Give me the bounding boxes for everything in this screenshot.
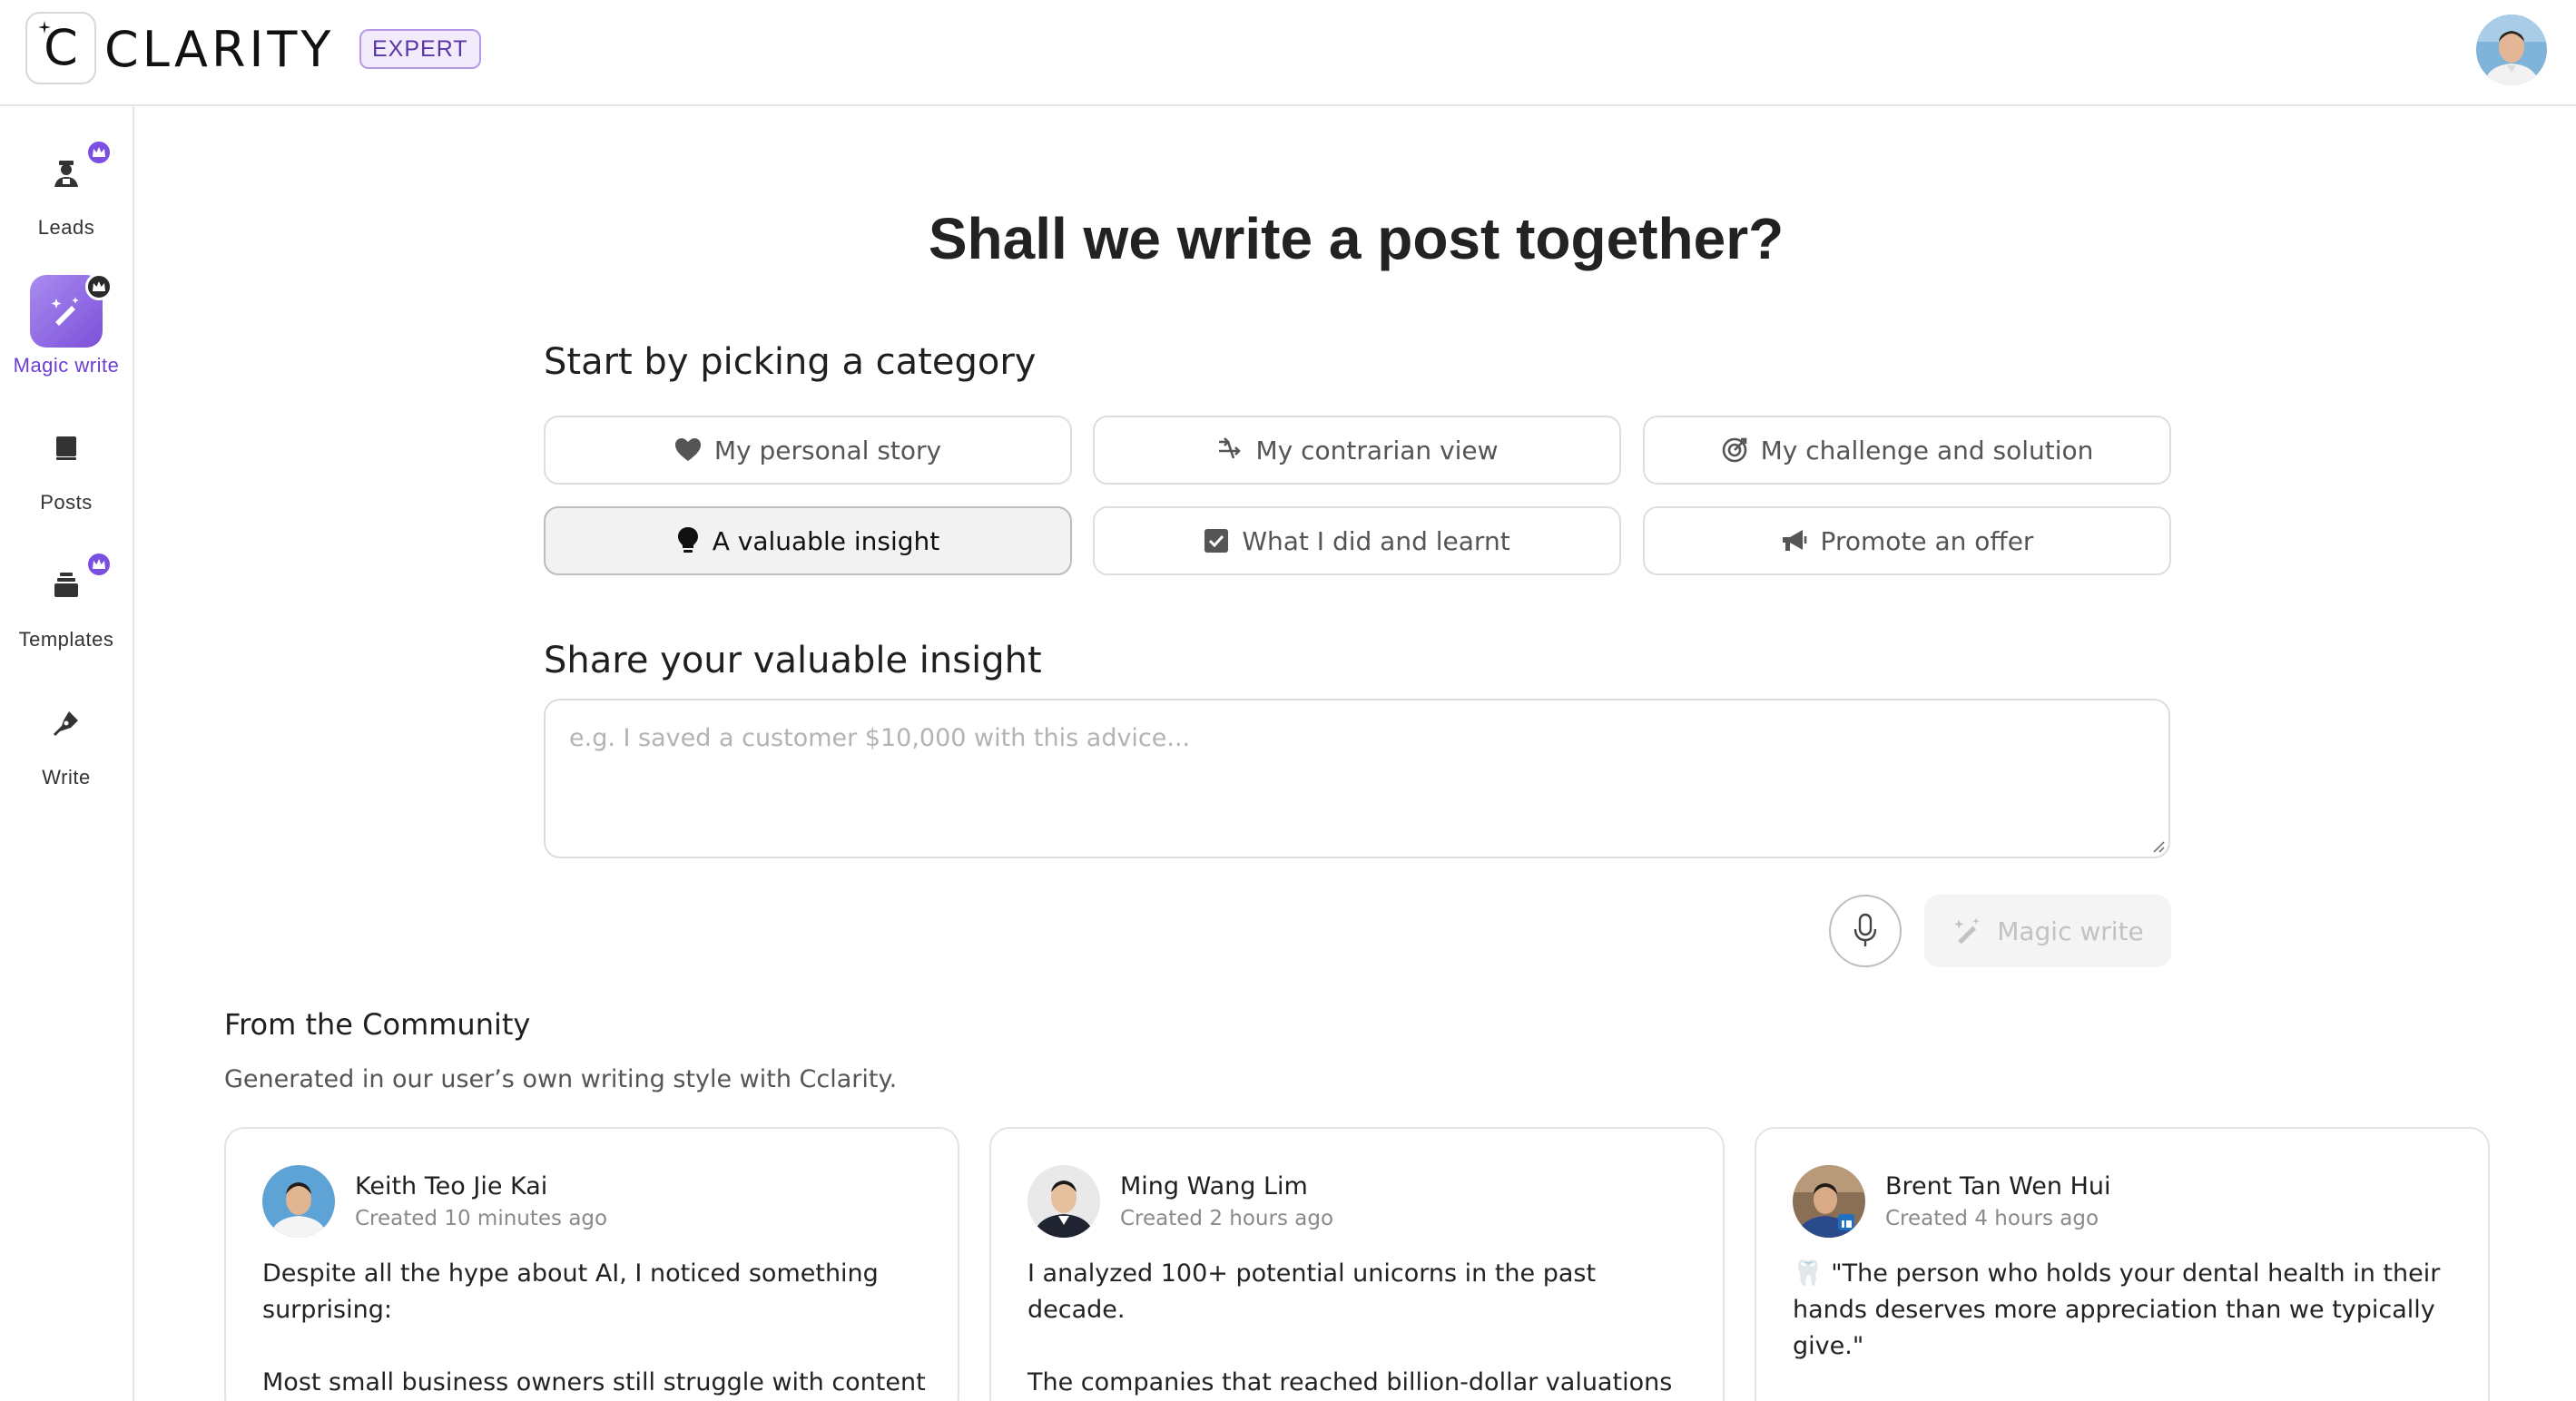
- category-label: My contrarian view: [1255, 435, 1499, 465]
- magic-write-label: Magic write: [1997, 916, 2144, 946]
- category-heading: Start by picking a category: [544, 341, 1037, 383]
- insight-input-box: [544, 699, 2170, 858]
- clarity-logo[interactable]: C: [25, 12, 96, 84]
- avatar: [262, 1165, 335, 1238]
- category-label: What I did and learnt: [1242, 525, 1510, 556]
- community-card[interactable]: Ming Wang Lim Created 2 hours ago I anal…: [989, 1127, 1725, 1401]
- created-time: Created 4 hours ago: [1885, 1207, 2099, 1230]
- insight-heading: Share your valuable insight: [544, 640, 1042, 681]
- checkbox-icon: [1204, 529, 1229, 553]
- top-bar: C CLARITY EXPERT: [0, 0, 2576, 106]
- community-title: From the Community: [224, 1007, 531, 1042]
- pen-icon: [30, 687, 103, 759]
- posts-icon: [30, 412, 103, 485]
- avatar: [1793, 1165, 1865, 1238]
- premium-crown-icon: [85, 139, 113, 166]
- sidebar-item-posts[interactable]: Posts: [0, 399, 133, 526]
- sidebar-item-label: Write: [42, 766, 91, 789]
- premium-crown-icon: [85, 273, 113, 300]
- premium-crown-icon: [85, 551, 113, 578]
- post-excerpt: 🦷 "The person who holds your dental heal…: [1793, 1259, 2441, 1360]
- sidebar-item-label: Magic write: [13, 354, 120, 377]
- sidebar-item-label: Templates: [18, 628, 114, 651]
- category-label: My personal story: [713, 435, 942, 465]
- post-excerpt: Despite all the hype about AI, I noticed…: [262, 1259, 926, 1396]
- microphone-icon: [1853, 913, 1877, 946]
- author-name: Ming Wang Lim: [1120, 1172, 1308, 1200]
- created-time: Created 10 minutes ago: [355, 1207, 608, 1230]
- brand-name: CLARITY: [104, 21, 335, 78]
- lightbulb-icon: [677, 527, 698, 553]
- created-time: Created 2 hours ago: [1120, 1207, 1334, 1230]
- target-icon: [1722, 437, 1746, 463]
- sidebar: Leads Magic write Posts Templates Write: [0, 106, 134, 1401]
- category-label: My challenge and solution: [1760, 435, 2094, 465]
- sidebar-item-write[interactable]: Write: [0, 674, 133, 801]
- user-avatar[interactable]: [2476, 15, 2547, 85]
- category-did-and-learnt[interactable]: What I did and learnt: [1093, 506, 1621, 575]
- sidebar-item-magic-write[interactable]: Magic write: [0, 262, 133, 389]
- magic-wand-icon: [1954, 917, 1980, 945]
- heart-icon: [674, 438, 701, 461]
- category-challenge-solution[interactable]: My challenge and solution: [1643, 416, 2171, 485]
- plan-badge: EXPERT: [359, 29, 481, 69]
- resize-handle-icon[interactable]: [2150, 838, 2165, 853]
- post-excerpt: I analyzed 100+ potential unicorns in th…: [1027, 1259, 1673, 1396]
- page-title: Shall we write a post together?: [928, 206, 1785, 271]
- community-subtitle: Generated in our user’s own writing styl…: [224, 1065, 898, 1093]
- microphone-button[interactable]: [1829, 895, 1902, 967]
- avatar: [1027, 1165, 1100, 1238]
- author-name: Brent Tan Wen Hui: [1885, 1172, 2111, 1200]
- insight-input[interactable]: [546, 700, 2168, 857]
- megaphone-icon: [1782, 530, 1806, 551]
- author-name: Keith Teo Jie Kai: [355, 1172, 548, 1200]
- contrarian-arrows-icon: [1219, 437, 1242, 459]
- category-valuable-insight[interactable]: A valuable insight: [544, 506, 1072, 575]
- category-personal-story[interactable]: My personal story: [544, 416, 1072, 485]
- community-card[interactable]: Brent Tan Wen Hui Created 4 hours ago 🦷 …: [1755, 1127, 2490, 1401]
- community-card[interactable]: Keith Teo Jie Kai Created 10 minutes ago…: [224, 1127, 959, 1401]
- category-label: Promote an offer: [1820, 525, 2034, 556]
- category-promote-offer[interactable]: Promote an offer: [1643, 506, 2171, 575]
- logo-spark-icon: [38, 21, 51, 34]
- magic-write-button[interactable]: Magic write: [1924, 895, 2171, 967]
- category-contrarian-view[interactable]: My contrarian view: [1093, 416, 1621, 485]
- sidebar-item-templates[interactable]: Templates: [0, 536, 133, 663]
- category-label: A valuable insight: [712, 525, 940, 556]
- sidebar-item-label: Posts: [40, 491, 93, 514]
